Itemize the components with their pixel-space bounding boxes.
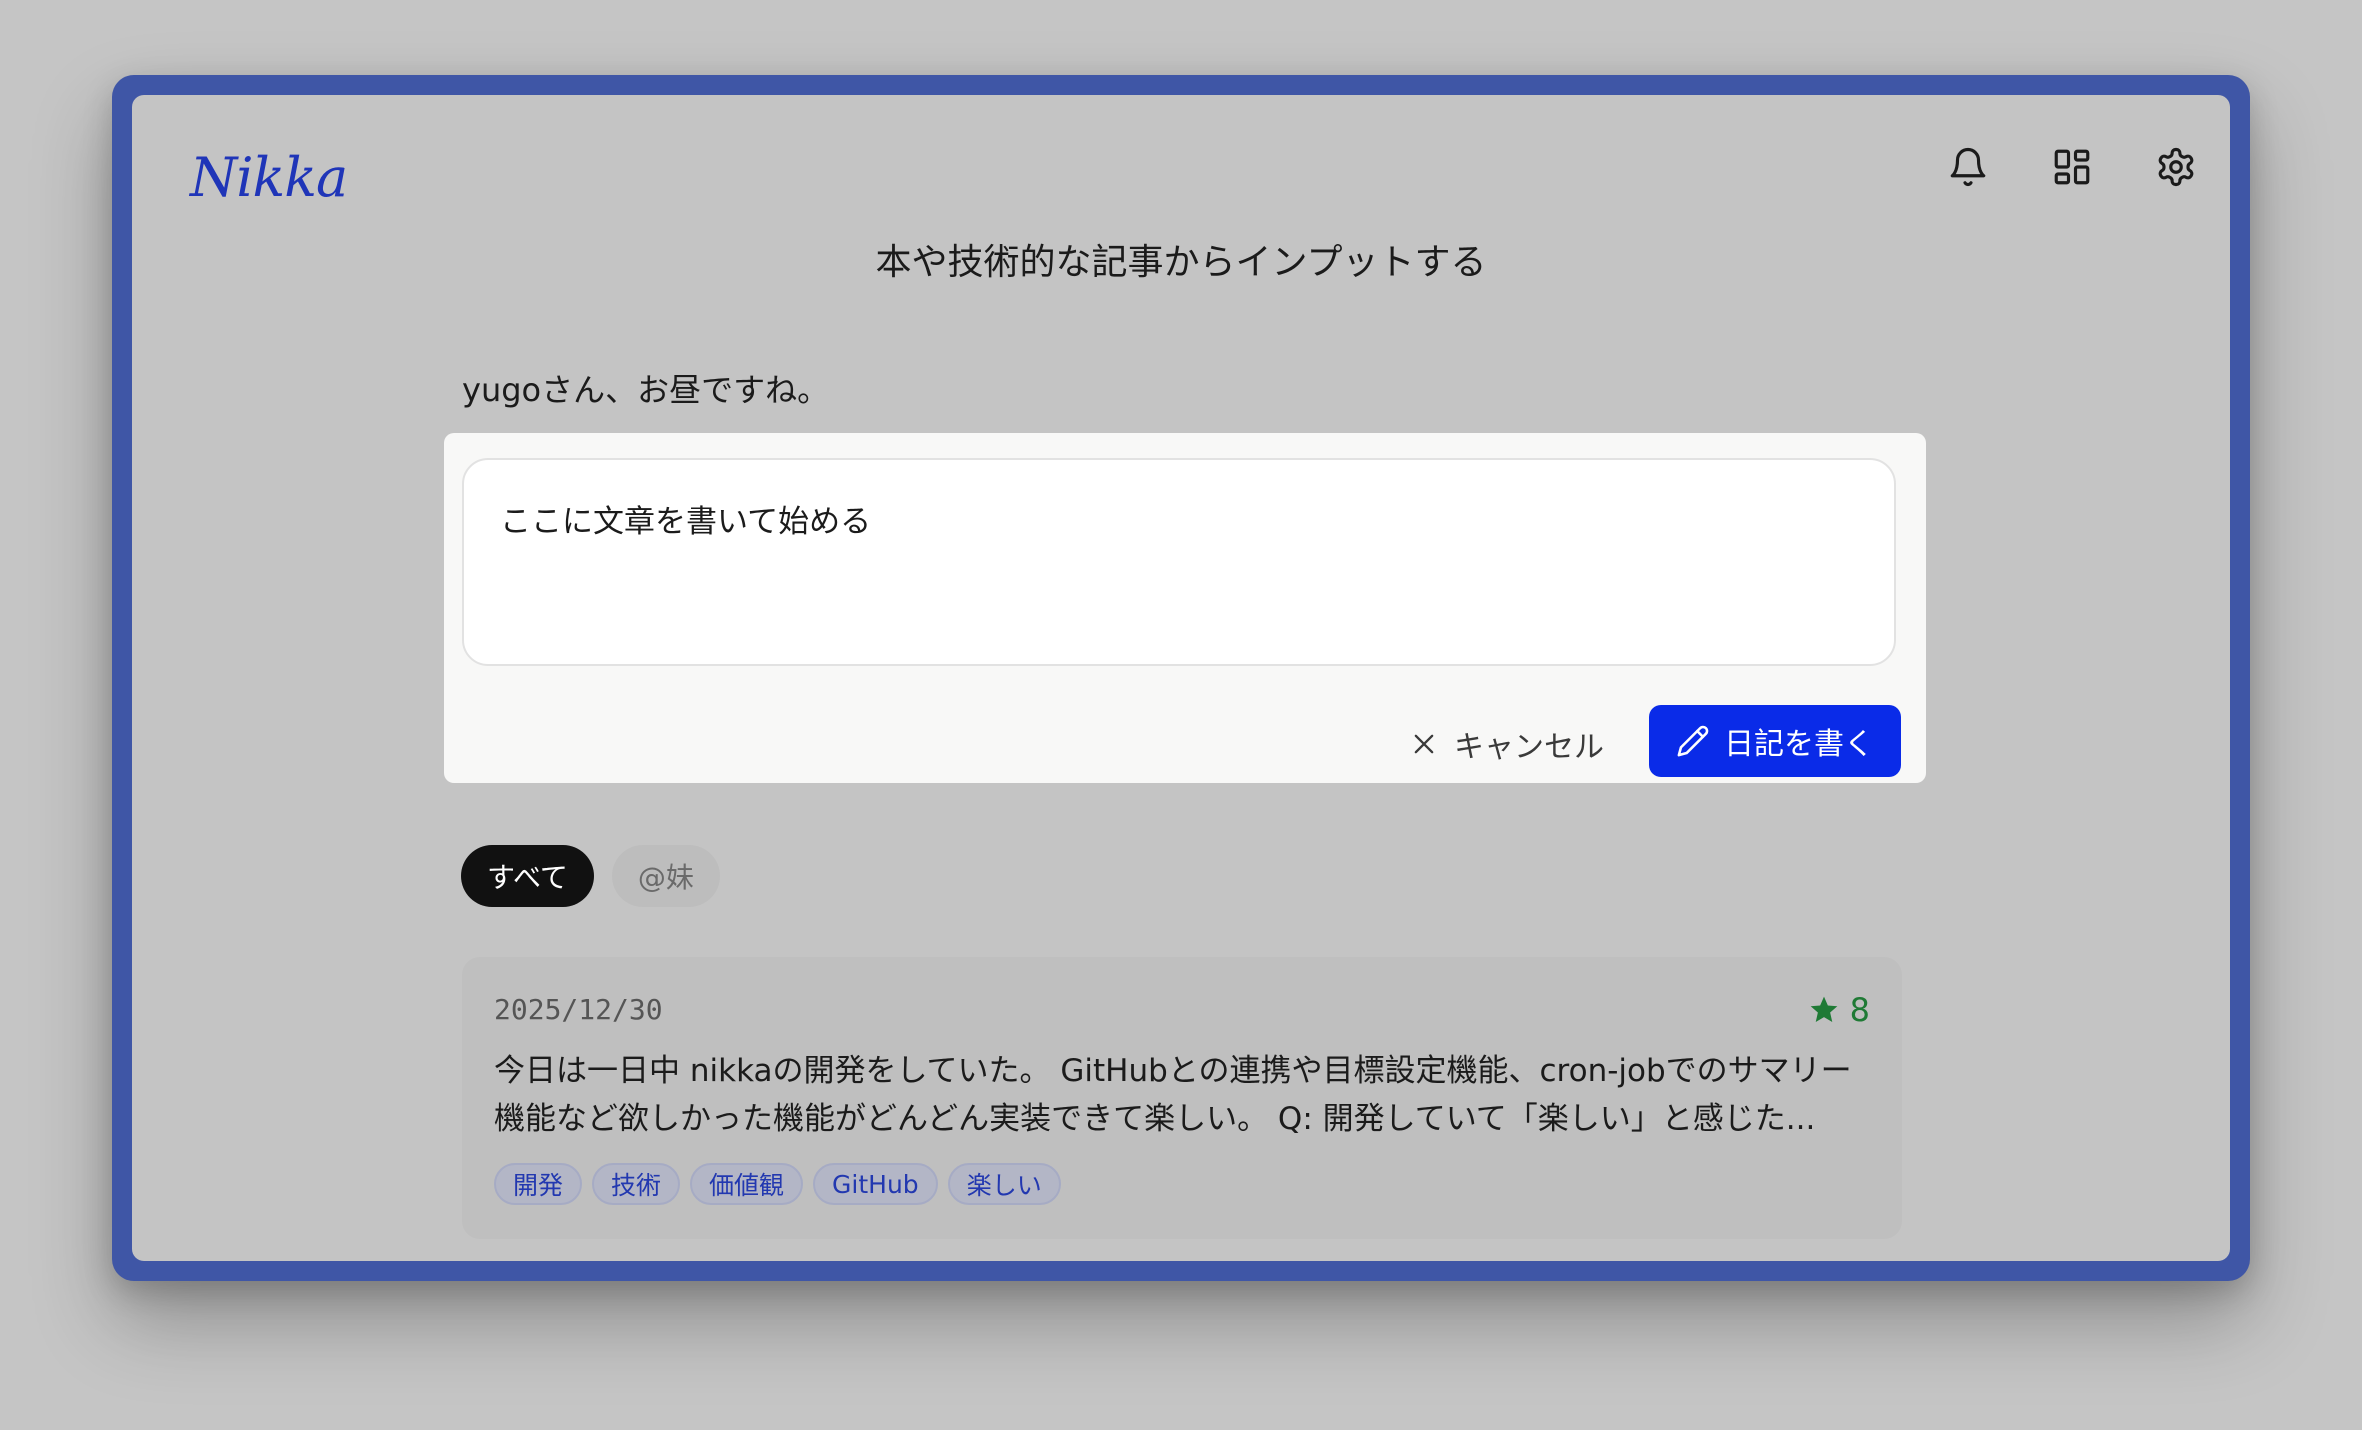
write-diary-button[interactable]: 日記を書く: [1649, 705, 1901, 777]
tag-chip[interactable]: GitHub: [813, 1163, 938, 1205]
cancel-button[interactable]: キャンセル: [1404, 709, 1610, 779]
diary-entry-card[interactable]: 2025/12/30 8 今日は一日中 nikkaの開発をしていた。 GitHu…: [462, 957, 1902, 1239]
logo-text: Nikka: [190, 146, 348, 209]
entry-date: 2025/12/30: [494, 993, 663, 1026]
tag-chip[interactable]: 開発: [494, 1163, 583, 1205]
header-actions: [1944, 143, 2200, 191]
filter-chip-sister[interactable]: @妹: [611, 845, 720, 907]
diary-input[interactable]: [462, 458, 1896, 666]
gear-icon: [2158, 147, 2194, 187]
pencil-icon: [1677, 725, 1709, 757]
diary-composer: キャンセル 日記を書く: [444, 433, 1926, 783]
entry-tags: 開発 技術 価値観 GitHub 楽しい: [494, 1163, 1061, 1205]
star-icon: [1810, 996, 1837, 1022]
page-title: 本や技術的な記事からインプットする: [875, 242, 1487, 283]
bell-icon: [1950, 148, 1986, 187]
tag-chip[interactable]: 技術: [592, 1163, 681, 1205]
grid-icon: [2054, 149, 2090, 185]
app-logo[interactable]: Nikka: [190, 143, 348, 213]
entry-star-count: 8: [1849, 991, 1870, 1029]
app-window: Nikka 本や技術的な記事からインプットする yugoさん、お昼ですね。 ここ…: [112, 75, 2250, 1281]
dashboard-button[interactable]: [2048, 143, 2096, 191]
write-diary-label: 日記を書く: [1724, 727, 1874, 762]
notifications-button[interactable]: [1944, 143, 1992, 191]
entry-body: 今日は一日中 nikkaの開発をしていた。 GitHubとの連携や目標設定機能、…: [494, 1053, 1852, 1137]
close-icon: [1414, 734, 1434, 754]
entry-rating: 8: [1808, 991, 1870, 1029]
greeting-text: yugoさん、お昼ですね。: [462, 371, 830, 409]
tag-chip[interactable]: 価値観: [690, 1163, 804, 1205]
tag-chip[interactable]: 楽しい: [947, 1163, 1061, 1205]
app-content: Nikka 本や技術的な記事からインプットする yugoさん、お昼ですね。 ここ…: [132, 95, 2230, 1261]
filter-chip-all[interactable]: すべて: [461, 845, 594, 907]
cancel-label: キャンセル: [1454, 730, 1604, 765]
settings-button[interactable]: [2152, 143, 2200, 191]
filter-chips: すべて @妹: [461, 845, 720, 907]
